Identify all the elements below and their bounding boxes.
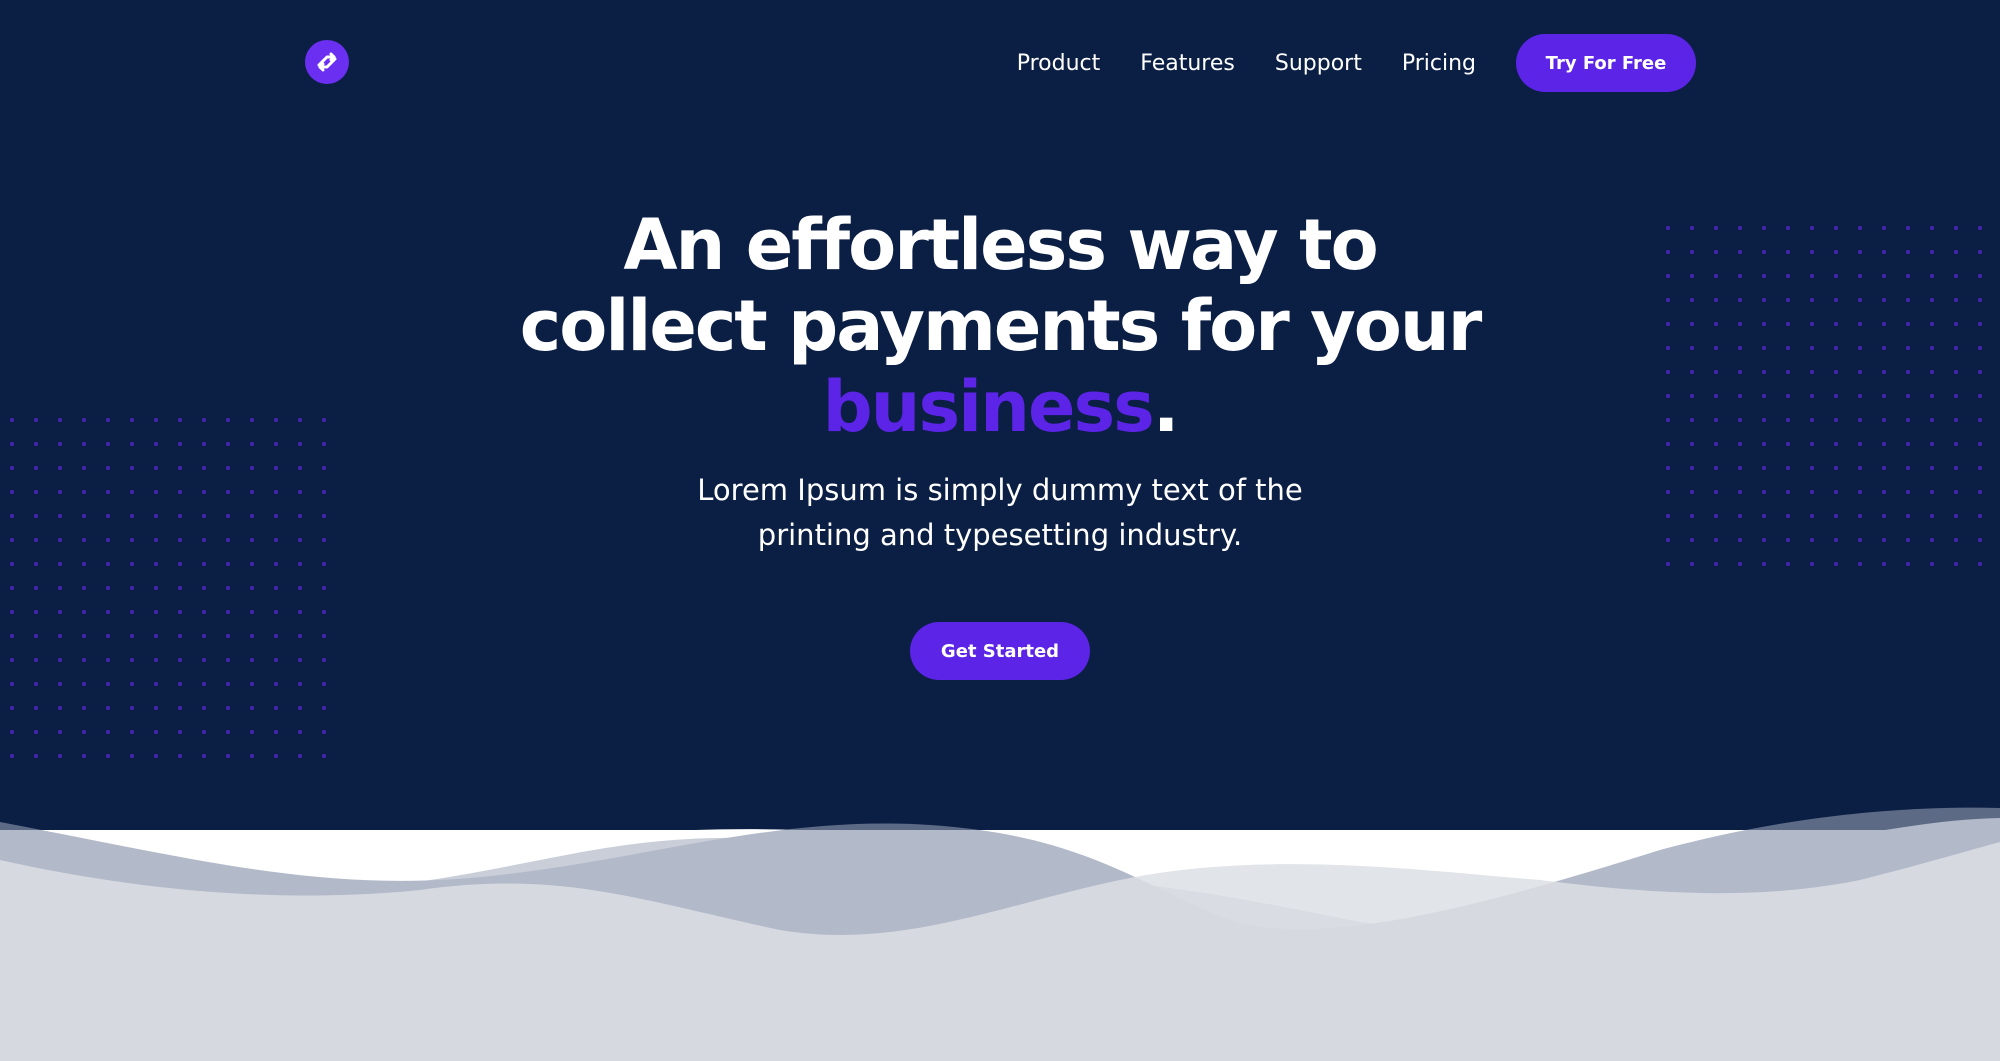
- get-started-button[interactable]: Get Started: [910, 622, 1090, 680]
- hero-headline: An effortless way to collect payments fo…: [0, 205, 2000, 448]
- headline-line-1: An effortless way to: [623, 204, 1378, 286]
- nav-link-product[interactable]: Product: [1017, 51, 1101, 76]
- nav-link-pricing[interactable]: Pricing: [1402, 51, 1476, 76]
- dot-pattern-left: [0, 412, 336, 772]
- headline-accent-word: business: [822, 366, 1155, 448]
- landing-page: Product Features Support Pricing Try For…: [0, 0, 2000, 1061]
- headline-line-3: business.: [0, 367, 2000, 448]
- headline-period: .: [1152, 366, 1180, 448]
- swap-arrows-icon: [317, 52, 337, 72]
- subtitle-line-2: printing and typesetting industry.: [757, 518, 1243, 552]
- hero-subtitle: Lorem Ipsum is simply dummy text of the …: [0, 468, 2000, 558]
- nav-link-features[interactable]: Features: [1140, 51, 1235, 76]
- main-nav: Product Features Support Pricing Try For…: [1017, 34, 1696, 92]
- try-for-free-button[interactable]: Try For Free: [1516, 34, 1696, 92]
- headline-line-2: collect payments for your: [519, 285, 1482, 367]
- subtitle-line-1: Lorem Ipsum is simply dummy text of the: [697, 473, 1303, 507]
- nav-link-support[interactable]: Support: [1275, 51, 1362, 76]
- brand-logo[interactable]: [305, 40, 349, 84]
